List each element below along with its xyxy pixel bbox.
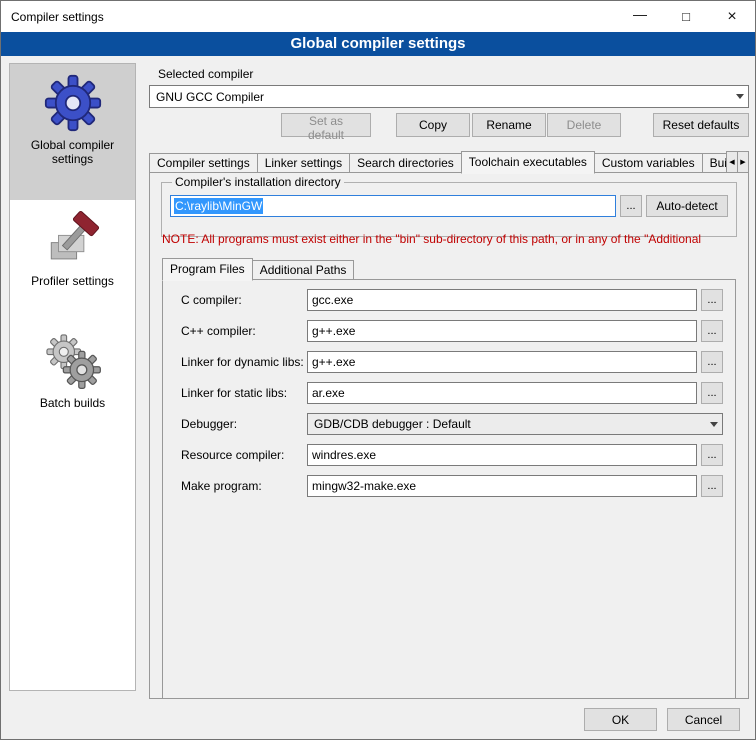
installation-directory-group: Compiler's installation directory C:\ray… xyxy=(161,175,737,237)
cpp-compiler-browse-button[interactable]: ... xyxy=(701,320,723,342)
installation-directory-legend: Compiler's installation directory xyxy=(172,175,344,189)
make-program-label: Make program: xyxy=(181,479,307,493)
selected-compiler-value: GNU GCC Compiler xyxy=(156,90,732,104)
tab-additional-paths[interactable]: Additional Paths xyxy=(252,260,355,280)
maximize-icon: □ xyxy=(682,9,690,24)
tab-custom-variables[interactable]: Custom variables xyxy=(594,153,703,173)
debugger-combo[interactable]: GDB/CDB debugger : Default xyxy=(307,413,723,435)
sidebar-item-label: Profiler settings xyxy=(13,274,132,312)
chevron-down-icon xyxy=(736,94,744,99)
debugger-label: Debugger: xyxy=(181,417,307,431)
bin-subdirectory-note: NOTE: All programs must exist either in … xyxy=(162,232,742,246)
tab-compiler-settings[interactable]: Compiler settings xyxy=(149,153,258,173)
copy-button[interactable]: Copy xyxy=(396,113,470,137)
c-compiler-browse-button[interactable]: ... xyxy=(701,289,723,311)
tab-scroll-right-icon[interactable]: ▶ xyxy=(737,151,749,173)
tab-build-options[interactable]: Build xyxy=(702,153,728,173)
tab-search-directories[interactable]: Search directories xyxy=(349,153,462,173)
make-program-input[interactable] xyxy=(307,475,697,497)
title-bar: Compiler settings — □ × xyxy=(1,1,755,32)
install-dir-browse-button[interactable]: ... xyxy=(620,195,642,217)
chevron-down-icon xyxy=(710,422,718,427)
profiler-hammer-icon xyxy=(44,210,102,268)
dynamic-linker-input[interactable] xyxy=(307,351,697,373)
tab-scroll-buttons: ◀ ▶ xyxy=(727,151,749,173)
delete-button: Delete xyxy=(547,113,621,137)
static-linker-label: Linker for static libs: xyxy=(181,386,307,400)
ok-button[interactable]: OK xyxy=(584,708,657,731)
resource-compiler-input[interactable] xyxy=(307,444,697,466)
sidebar-item-label: Batch builds xyxy=(13,396,132,434)
field-row-dynamic-linker: Linker for dynamic libs: ... xyxy=(181,351,723,373)
selected-compiler-combo[interactable]: GNU GCC Compiler xyxy=(149,85,749,108)
dynamic-linker-browse-button[interactable]: ... xyxy=(701,351,723,373)
minimize-icon: — xyxy=(633,6,647,22)
sidebar-item-global-compiler-settings[interactable]: Global compiler settings xyxy=(10,64,135,200)
sidebar-item-label: Global compiler settings xyxy=(13,138,132,190)
blue-gear-icon xyxy=(44,74,102,132)
tab-toolchain-executables[interactable]: Toolchain executables xyxy=(461,151,595,174)
field-row-static-linker: Linker for static libs: ... xyxy=(181,382,723,404)
maximize-button[interactable]: □ xyxy=(663,1,709,32)
close-icon: × xyxy=(727,8,736,26)
debugger-value: GDB/CDB debugger : Default xyxy=(314,417,706,431)
static-linker-browse-button[interactable]: ... xyxy=(701,382,723,404)
field-row-cpp-compiler: C++ compiler: ... xyxy=(181,320,723,342)
c-compiler-input[interactable] xyxy=(307,289,697,311)
reset-defaults-button[interactable]: Reset defaults xyxy=(653,113,749,137)
cpp-compiler-input[interactable] xyxy=(307,320,697,342)
window-title: Compiler settings xyxy=(1,10,104,24)
program-files-panel: C compiler: ... C++ compiler: ... Linker… xyxy=(162,279,736,699)
dialog-footer: OK Cancel xyxy=(584,708,740,731)
field-row-c-compiler: C compiler: ... xyxy=(181,289,723,311)
dialog-header: Global compiler settings xyxy=(1,32,755,56)
field-row-make-program: Make program: ... xyxy=(181,475,723,497)
compiler-actions: Set as default Copy Rename Delete Reset … xyxy=(149,113,749,137)
resource-compiler-browse-button[interactable]: ... xyxy=(701,444,723,466)
autodetect-button[interactable]: Auto-detect xyxy=(646,195,728,217)
field-row-resource-compiler: Resource compiler: ... xyxy=(181,444,723,466)
sidebar-item-batch-builds[interactable]: Batch builds xyxy=(10,322,135,444)
tab-linker-settings[interactable]: Linker settings xyxy=(257,153,350,173)
install-dir-value: C:\raylib\MinGW xyxy=(174,198,263,214)
minimize-button[interactable]: — xyxy=(617,1,663,32)
make-program-browse-button[interactable]: ... xyxy=(701,475,723,497)
compiler-tabs: Compiler settings Linker settings Search… xyxy=(149,150,749,173)
rename-button[interactable]: Rename xyxy=(472,113,546,137)
gray-gears-icon xyxy=(44,332,102,390)
cpp-compiler-label: C++ compiler: xyxy=(181,324,307,338)
tab-program-files[interactable]: Program Files xyxy=(162,258,253,281)
cancel-button[interactable]: Cancel xyxy=(667,708,740,731)
sidebar-item-profiler-settings[interactable]: Profiler settings xyxy=(10,200,135,322)
set-as-default-button: Set as default xyxy=(281,113,371,137)
dynamic-linker-label: Linker for dynamic libs: xyxy=(181,355,307,369)
static-linker-input[interactable] xyxy=(307,382,697,404)
field-row-debugger: Debugger: GDB/CDB debugger : Default xyxy=(181,413,723,435)
c-compiler-label: C compiler: xyxy=(181,293,307,307)
install-dir-input[interactable]: C:\raylib\MinGW xyxy=(170,195,616,217)
resource-compiler-label: Resource compiler: xyxy=(181,448,307,462)
settings-category-list: Global compiler settings Profiler settin… xyxy=(9,63,136,691)
selected-compiler-label: Selected compiler xyxy=(158,67,253,81)
program-tabs: Program Files Additional Paths xyxy=(162,257,736,280)
window-controls: — □ × xyxy=(617,1,755,32)
toolchain-executables-panel: Compiler's installation directory C:\ray… xyxy=(149,172,749,699)
compiler-settings-window: Compiler settings — □ × Global compiler … xyxy=(0,0,756,740)
close-button[interactable]: × xyxy=(709,1,755,32)
